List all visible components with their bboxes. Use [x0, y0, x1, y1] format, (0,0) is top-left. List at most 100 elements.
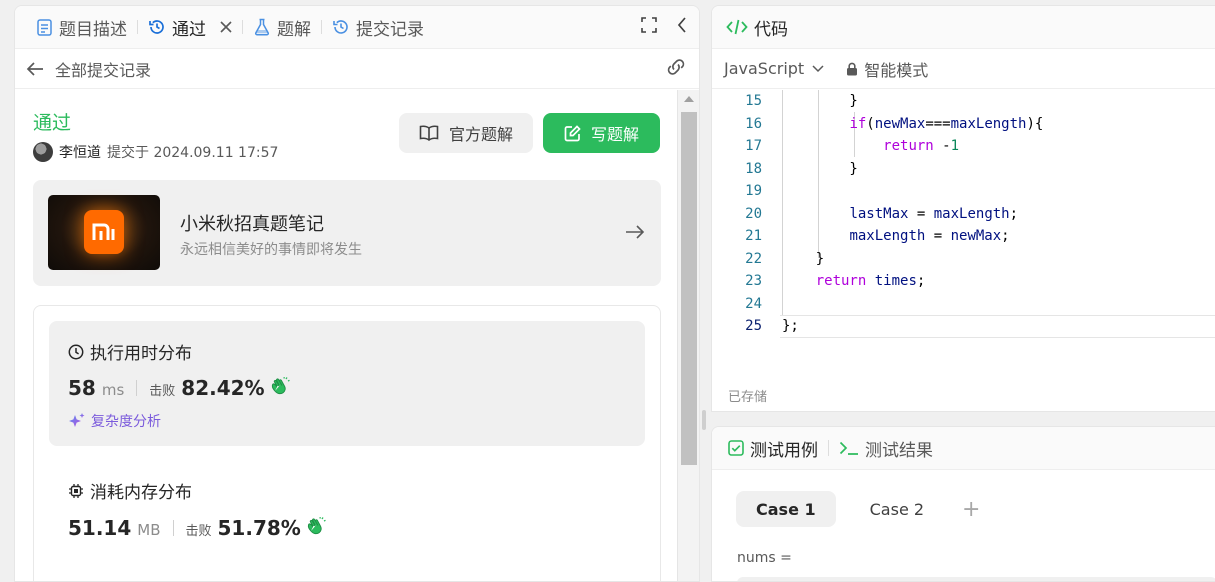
code-text: return -1: [883, 138, 960, 155]
code-line-current: 25 };: [712, 315, 1215, 338]
close-icon[interactable]: [220, 21, 232, 33]
tab-description[interactable]: 题目描述: [29, 6, 133, 49]
tab-label: 测试结果: [865, 440, 933, 461]
divider: [136, 380, 138, 396]
clock-icon: [68, 344, 84, 360]
stats-card: 执行用时分布 58 ms 击败 82.42% 复杂度分析 消耗内存分布 51.1…: [33, 305, 661, 581]
user-name[interactable]: 李恒道: [59, 142, 101, 162]
code-text: lastMax = maxLength;: [849, 205, 1019, 222]
code-text: maxLength = newMax;: [849, 228, 1010, 245]
book-icon: [419, 125, 439, 141]
line-number: 22: [745, 250, 762, 267]
tab-submissions[interactable]: 提交记录: [326, 6, 430, 49]
scroll-up-icon[interactable]: [684, 96, 694, 102]
code-line: 17 return -1: [712, 135, 1215, 158]
tab-label: 通过: [172, 19, 206, 40]
tab-divider: [242, 20, 243, 34]
code-editor[interactable]: 15 } 16 if(newMax===maxLength){ 17 retur…: [712, 90, 1215, 338]
avatar[interactable]: [33, 142, 53, 162]
lock-icon: [846, 62, 858, 76]
chip-icon: [68, 483, 84, 499]
test-header: 测试用例 测试结果: [712, 427, 1215, 470]
code-toolbar: JavaScript 智能模式: [712, 49, 1215, 89]
nums-input[interactable]: [737, 577, 1215, 581]
code-title: 代码: [754, 19, 788, 40]
left-tabbar: 题目描述 通过 题解 提交记录: [15, 6, 699, 49]
case-tab[interactable]: Case 2: [850, 491, 944, 527]
saved-status: 已存储: [728, 390, 768, 405]
code-line: 15 }: [712, 90, 1215, 113]
complexity-label: 复杂度分析: [91, 414, 161, 430]
line-number: 25: [745, 318, 762, 335]
status-title: 通过: [33, 112, 72, 134]
all-submissions-link[interactable]: 全部提交记录: [55, 57, 151, 81]
tab-label: 提交记录: [356, 19, 424, 40]
history-icon: [332, 18, 350, 36]
tab-label: 测试用例: [750, 440, 818, 461]
promo-subtitle: 永远相信美好的事情即将发生: [180, 242, 362, 258]
line-number: 21: [745, 228, 762, 245]
smart-mode-toggle[interactable]: 智能模式: [846, 57, 928, 81]
line-number: 17: [745, 138, 762, 155]
collapse-icon[interactable]: [677, 17, 687, 37]
runtime-section[interactable]: 执行用时分布 58 ms 击败 82.42% 复杂度分析: [49, 321, 645, 446]
memory-values: 51.14 MB 击败 51.78%: [68, 516, 327, 540]
line-number: 18: [745, 160, 762, 177]
divider: [172, 520, 174, 536]
memory-value: 51.14: [68, 516, 132, 540]
tab-divider: [321, 20, 322, 34]
clap-icon: [271, 376, 291, 399]
scroll-thumb[interactable]: [681, 112, 697, 465]
promo-title: 小米秋招真题笔记: [180, 214, 324, 235]
memory-unit: MB: [137, 521, 161, 539]
line-number: 16: [745, 115, 762, 132]
edit-icon: [564, 124, 581, 142]
runtime-percent: 82.42%: [181, 376, 265, 400]
code-line: 24: [712, 293, 1215, 316]
tab-divider: [137, 20, 138, 34]
submission-header: 通过 李恒道 提交于 2024.09.11 17:57 官方题解 写题解: [33, 90, 661, 178]
code-text: return times;: [815, 273, 926, 290]
memory-heading: 消耗内存分布: [68, 478, 192, 503]
left-panel: 题目描述 通过 题解 提交记录 全部提交记录 通过 李恒道 提交于 2024.0…: [14, 5, 700, 582]
case-tab[interactable]: Case 1: [736, 491, 836, 527]
tab-testcases[interactable]: 测试用例: [728, 436, 818, 461]
tab-label: 题解: [277, 19, 311, 40]
panel-resize-handle[interactable]: [702, 410, 706, 430]
official-solution-button[interactable]: 官方题解: [399, 113, 533, 153]
xiaomi-logo: [84, 210, 124, 254]
write-solution-button[interactable]: 写题解: [543, 113, 660, 153]
right-panel: 代码 JavaScript 智能模式 15} 16 if(newMax===m…: [711, 5, 1215, 582]
promo-card[interactable]: 小米秋招真题笔记 永远相信美好的事情即将发生: [33, 180, 661, 286]
code-line: 22 }: [712, 248, 1215, 271]
code-text: if(newMax===maxLength){: [849, 115, 1044, 132]
complexity-analysis-link[interactable]: 复杂度分析: [68, 411, 161, 431]
tab-solutions[interactable]: 题解: [247, 6, 317, 49]
submission-detail: 通过 李恒道 提交于 2024.09.11 17:57 官方题解 写题解 小米秋…: [15, 90, 679, 581]
code-line: 21 maxLength = newMax;: [712, 225, 1215, 248]
promo-image: [48, 195, 160, 270]
vertical-scrollbar[interactable]: [677, 90, 699, 581]
runtime-unit: ms: [101, 381, 125, 399]
submitted-time: 提交于 2024.09.11 17:57: [107, 145, 279, 161]
runtime-value: 58: [68, 376, 96, 400]
current-line-highlight: [780, 315, 1215, 338]
mode-label: 智能模式: [864, 60, 929, 80]
test-panel: 测试用例 测试结果 Case 1 Case 2 + nums =: [711, 426, 1215, 582]
fullscreen-icon[interactable]: [641, 17, 657, 37]
memory-title: 消耗内存分布: [90, 483, 192, 503]
add-case-button[interactable]: +: [962, 497, 980, 522]
line-number: 24: [745, 295, 762, 312]
tab-accepted[interactable]: 通过: [142, 6, 238, 49]
link-icon[interactable]: [665, 57, 687, 81]
tab-testresults[interactable]: 测试结果: [839, 436, 933, 461]
code-header: 代码: [712, 6, 1215, 49]
submission-subbar: 全部提交记录: [15, 49, 699, 89]
case-tabs: Case 1 Case 2 +: [736, 491, 980, 527]
language-select[interactable]: JavaScript: [724, 59, 824, 78]
submitter-info: 李恒道 提交于 2024.09.11 17:57: [33, 142, 278, 162]
code-text: }: [782, 250, 825, 267]
code-text: }: [782, 93, 858, 110]
back-arrow-icon[interactable]: [25, 59, 45, 79]
arrow-right-icon[interactable]: [625, 223, 645, 245]
